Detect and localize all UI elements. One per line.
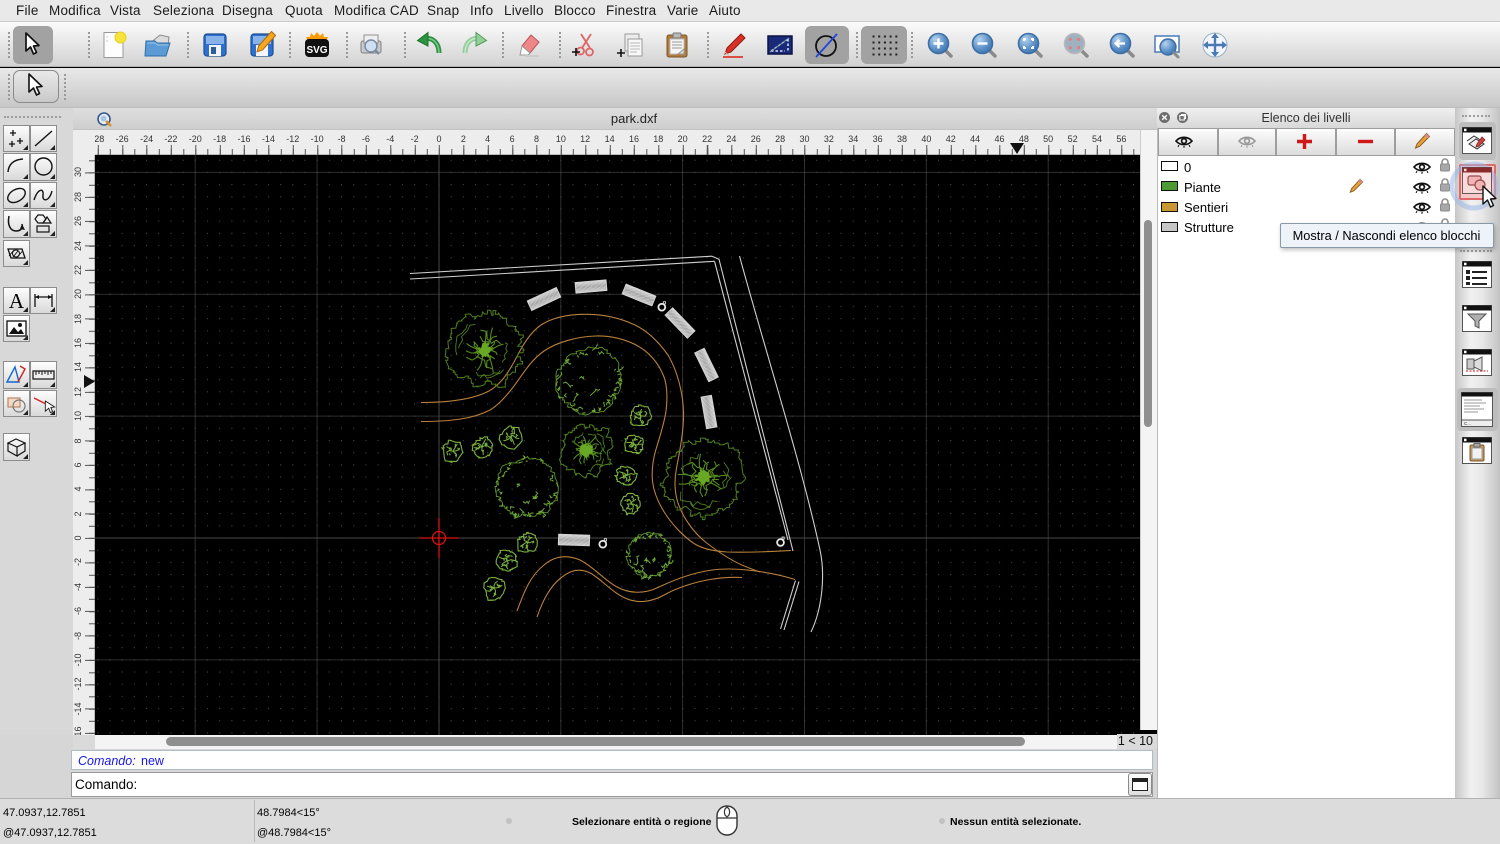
svg-text:A: A: [9, 289, 25, 313]
svg-text:C...: C...: [1464, 421, 1471, 426]
svg-text:SVG: SVG: [306, 45, 327, 56]
